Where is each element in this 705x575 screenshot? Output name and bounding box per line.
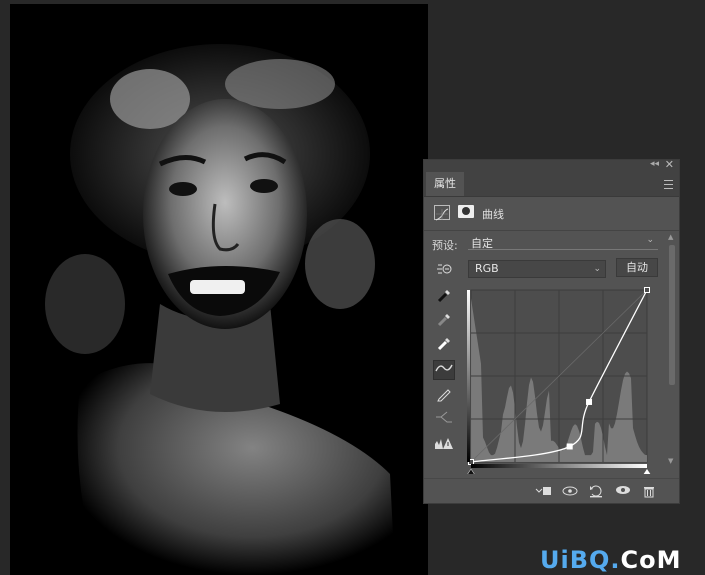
panel-scrollbar[interactable]: ▲ ▼	[668, 233, 676, 465]
chevron-down-icon: ⌄	[593, 264, 601, 274]
panel-menu-icon[interactable]	[664, 180, 673, 189]
white-point-slider[interactable]	[643, 469, 651, 474]
curve-control-point[interactable]	[586, 398, 593, 405]
preset-value: 自定	[471, 237, 493, 250]
panel-topbar: ◂◂ ✕	[424, 158, 679, 172]
eyedropper-white-icon[interactable]	[433, 336, 455, 356]
histogram-warning-icon[interactable]	[433, 436, 455, 456]
preset-label: 预设:	[432, 239, 458, 252]
curve-control-point[interactable]	[566, 443, 573, 450]
collapse-icon[interactable]: ◂◂	[650, 159, 659, 169]
scroll-down-icon[interactable]: ▼	[668, 457, 673, 465]
trash-icon[interactable]	[640, 484, 658, 500]
scroll-up-icon[interactable]: ▲	[668, 233, 673, 241]
watermark: UiBQ.CoM	[540, 546, 682, 574]
clip-to-layer-icon[interactable]	[534, 484, 552, 500]
curve-points-icon[interactable]	[433, 360, 455, 380]
scroll-thumb[interactable]	[669, 245, 675, 385]
on-image-adjust-icon[interactable]	[433, 260, 455, 280]
input-gradient-bar	[471, 464, 647, 468]
eyedropper-black-icon[interactable]	[433, 288, 455, 308]
curves-graph[interactable]	[467, 286, 657, 474]
channel-dropdown[interactable]: RGB ⌄	[468, 260, 606, 278]
pencil-icon[interactable]	[433, 386, 455, 406]
canvas-image	[10, 4, 428, 575]
chevron-down-icon: ⌄	[646, 235, 654, 245]
properties-panel: ◂◂ ✕ 属性 曲线 预设: 自定 ⌄ RGB ⌄ 自动 ▲ ▼	[423, 158, 680, 505]
preset-dropdown[interactable]: 自定 ⌄	[468, 235, 658, 250]
eyedropper-gray-icon[interactable]	[433, 312, 455, 332]
panel-tab-row: 属性	[424, 172, 679, 197]
curve-control-point[interactable]	[644, 287, 650, 293]
watermark-part1: UiBQ.	[540, 546, 621, 574]
adjustment-header: 曲线	[424, 198, 679, 228]
adjustment-title: 曲线	[482, 208, 504, 221]
view-previous-icon[interactable]	[561, 484, 579, 500]
portrait-photo	[10, 4, 428, 575]
layer-mask-icon[interactable]	[458, 205, 474, 218]
tab-properties[interactable]: 属性	[426, 172, 464, 196]
reset-icon[interactable]	[587, 484, 605, 500]
panel-footer	[424, 478, 679, 505]
output-gradient-bar	[467, 290, 470, 462]
auto-button[interactable]: 自动	[616, 258, 658, 277]
channel-value: RGB	[475, 262, 499, 275]
curves-adjustment-icon	[434, 205, 450, 221]
close-icon[interactable]: ✕	[665, 158, 674, 171]
watermark-part2: CoM	[620, 546, 682, 574]
eye-icon[interactable]	[614, 484, 632, 500]
divider	[424, 230, 679, 231]
smooth-icon[interactable]	[433, 410, 455, 430]
black-point-slider[interactable]	[467, 468, 475, 474]
